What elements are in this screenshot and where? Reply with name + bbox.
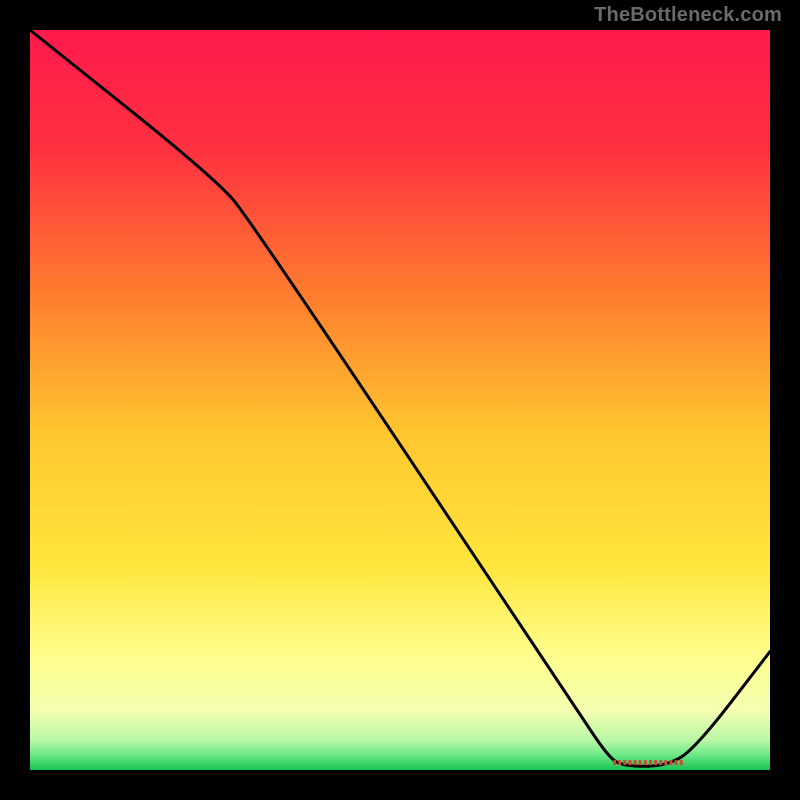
chart-container: TheBottleneck.com (0, 0, 800, 800)
plot-area (30, 30, 770, 770)
chart-svg (30, 30, 770, 770)
gradient-background (30, 30, 770, 770)
attribution-text: TheBottleneck.com (594, 4, 782, 27)
